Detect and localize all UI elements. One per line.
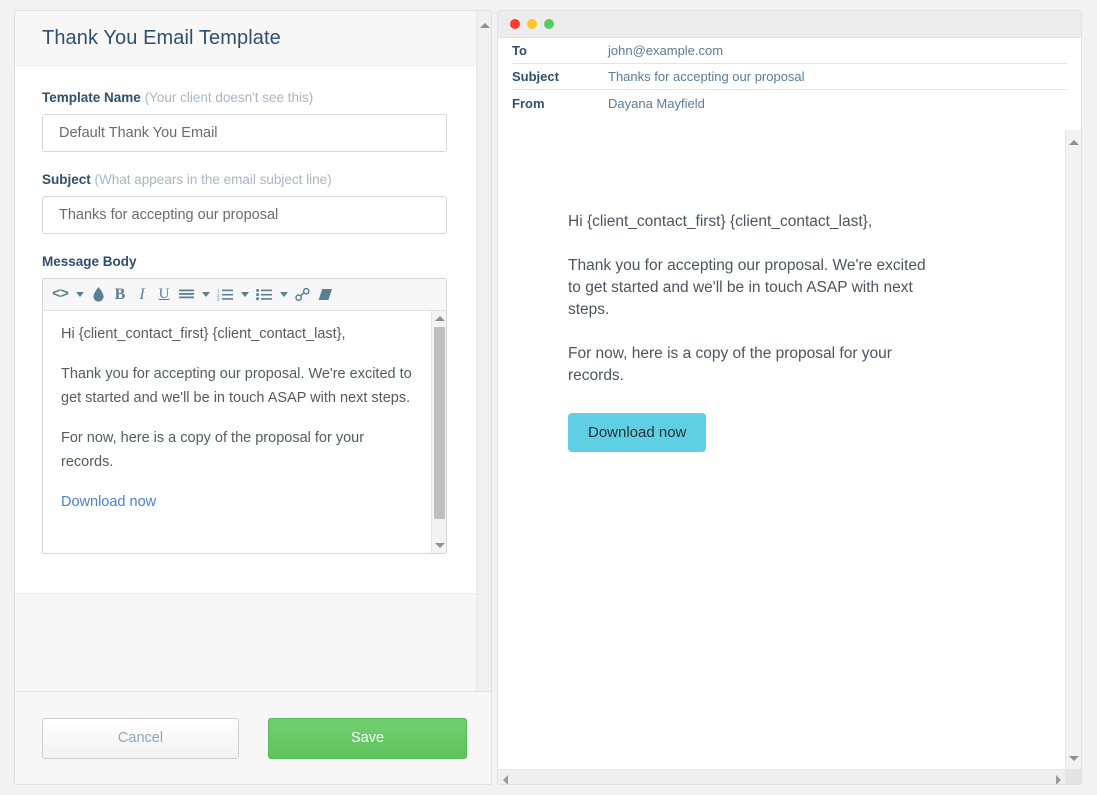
meta-value: Thanks for accepting our proposal [608,69,805,84]
preview-scroll-left-icon[interactable] [503,775,508,784]
left-scroll-up-icon[interactable] [480,23,490,28]
preview-window-titlebar [498,11,1081,38]
preview-scroll-down-icon[interactable] [1069,756,1079,761]
meta-row-from: From Dayana Mayfield [512,90,1067,116]
italic-icon[interactable]: I [132,282,152,308]
ordered-list-chevron-down-icon[interactable] [238,282,251,308]
editor-vertical-scrollbar[interactable] [431,311,446,553]
editor-paragraph: Hi {client_contact_first} {client_contac… [61,326,346,342]
preview-vertical-scrollbar[interactable] [1065,130,1081,771]
rich-text-editor: <> B I U 1 2 3 Hi {client_contact_first}… [42,278,447,554]
window-maximize-dot-icon[interactable] [544,19,554,29]
editor-scroll-area: Thank You Email Template Template Name (… [15,11,478,771]
message-body-label: Message Body [42,254,137,269]
unordered-list-icon[interactable] [253,282,275,308]
meta-row-to: To john@example.com [512,38,1067,64]
panel-header: Thank You Email Template [15,11,478,66]
editor-paragraph: For now, here is a copy of the proposal … [61,430,365,470]
subject-field-block: Subject (What appears in the email subje… [42,172,451,234]
left-panel-vertical-scrollbar[interactable] [476,11,491,771]
align-icon[interactable] [176,282,197,308]
email-preview-body: Hi {client_contact_first} {client_contac… [498,123,938,452]
clear-format-eraser-icon[interactable] [315,282,336,308]
meta-key: From [512,95,545,111]
message-body-field-block: Message Body <> B I U 1 2 3 Hi {client_c… [42,254,451,554]
svg-text:3: 3 [217,297,220,301]
preview-horizontal-scrollbar[interactable] [498,769,1066,784]
color-droplet-icon[interactable] [88,282,108,308]
subject-label: Subject (What appears in the email subje… [42,172,451,187]
align-chevron-down-icon[interactable] [199,282,212,308]
subject-label-text: Subject [42,172,91,187]
email-paragraph: Hi {client_contact_first} {client_contac… [568,213,873,230]
meta-value: Dayana Mayfield [608,95,705,111]
editor-download-link[interactable]: Download now [61,491,412,514]
page-title: Thank You Email Template [42,26,281,49]
code-chevron-down-icon[interactable] [73,282,86,308]
email-paragraph: Thank you for accepting our proposal. We… [568,257,926,318]
editor-toolbar: <> B I U 1 2 3 [43,279,446,311]
window-minimize-dot-icon[interactable] [527,19,537,29]
template-name-label-text: Template Name [42,90,141,105]
download-now-button[interactable]: Download now [568,413,707,452]
meta-row-subject: Subject Thanks for accepting our proposa… [512,64,1067,90]
editor-paragraph: Thank you for accepting our proposal. We… [61,366,412,406]
meta-value: john@example.com [608,43,724,58]
ordered-list-icon[interactable]: 1 2 3 [214,282,236,308]
link-icon[interactable] [292,282,313,308]
template-name-hint: (Your client doesn't see this) [144,90,314,105]
template-name-label: Template Name (Your client doesn't see t… [42,90,451,105]
email-preview-viewport: Hi {client_contact_first} {client_contac… [498,123,1066,771]
editor-scroll-down-icon[interactable] [435,543,445,548]
editor-content[interactable]: Hi {client_contact_first} {client_contac… [43,311,430,525]
subject-hint: (What appears in the email subject line) [94,172,332,187]
panel-footer: Cancel Save [15,691,491,784]
subject-input[interactable] [42,196,447,234]
preview-scroll-corner [1065,769,1081,784]
editor-text-area[interactable]: Hi {client_contact_first} {client_contac… [43,311,446,553]
preview-scroll-right-icon[interactable] [1056,775,1061,784]
preview-scroll-up-icon[interactable] [1069,140,1079,145]
underline-icon[interactable]: U [154,282,174,308]
email-paragraph: For now, here is a copy of the proposal … [568,345,892,384]
meta-key: Subject [512,69,559,84]
bold-icon[interactable]: B [110,282,130,308]
editor-scroll-thumb[interactable] [434,327,445,519]
meta-key: To [512,43,527,58]
email-preview-panel: To john@example.com Subject Thanks for a… [497,10,1082,785]
save-button[interactable]: Save [268,717,467,759]
email-template-editor-panel: Thank You Email Template Template Name (… [14,10,492,785]
unordered-list-chevron-down-icon[interactable] [277,282,290,308]
code-icon[interactable]: <> [49,282,71,308]
editor-scroll-up-icon[interactable] [435,316,445,321]
window-close-dot-icon[interactable] [510,19,520,29]
template-name-field-block: Template Name (Your client doesn't see t… [42,90,451,152]
template-name-input[interactable] [42,114,447,152]
email-meta-table: To john@example.com Subject Thanks for a… [498,38,1081,116]
template-form: Template Name (Your client doesn't see t… [15,66,478,593]
cancel-button[interactable]: Cancel [42,717,239,759]
